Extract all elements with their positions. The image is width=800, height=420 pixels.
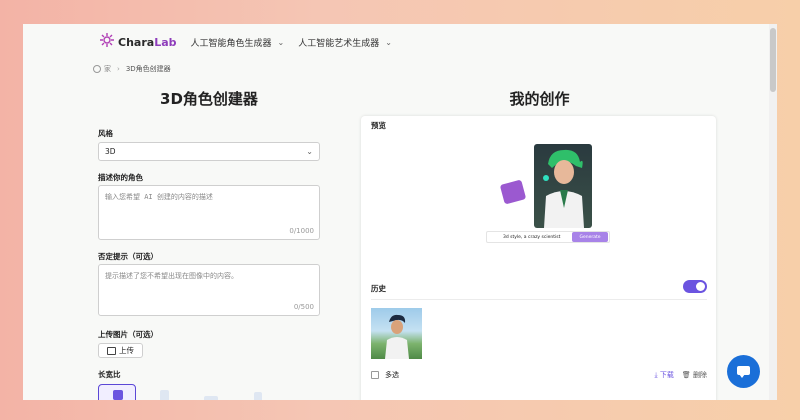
negative-prompt-input[interactable]: 提示描述了您不希望出现在图像中的内容。 0/500	[98, 264, 320, 316]
breadcrumb: 家 › 3D角色创建器	[93, 64, 171, 74]
breadcrumb-home[interactable]: 家	[104, 64, 111, 74]
chevron-down-icon: ⌄	[306, 147, 313, 156]
history-thumbnail[interactable]	[371, 308, 422, 359]
logo-icon	[99, 32, 115, 52]
page-title: 3D角色创建器	[160, 90, 258, 108]
describe-placeholder: 输入您希望 AI 创建的内容的描述	[105, 193, 213, 201]
nav-item-character-generator[interactable]: 人工智能角色生成器 ⌄	[191, 36, 285, 49]
top-nav: CharaLab 人工智能角色生成器 ⌄ 人工智能艺术生成器 ⌄	[99, 31, 392, 53]
preview-illustration: 3d style, a crazy scientist Generate	[486, 144, 611, 246]
upload-button[interactable]: 上传	[98, 343, 143, 358]
preview-image	[534, 144, 592, 228]
app-window: CharaLab 人工智能角色生成器 ⌄ 人工智能艺术生成器 ⌄ 家 › 3D角…	[23, 24, 777, 400]
download-icon: ⤓	[654, 371, 658, 379]
aspect-ratio-options	[98, 384, 286, 400]
chevron-down-icon: ⌄	[277, 37, 285, 47]
image-icon	[107, 346, 116, 355]
history-actions: ⤓ 下载 🗑 删除	[655, 370, 707, 380]
portrait-icon	[160, 390, 169, 400]
style-label: 风格	[98, 129, 113, 138]
aspect-ratio-label: 长宽比	[98, 370, 121, 379]
multi-select[interactable]: 多选	[371, 370, 399, 380]
divider	[371, 299, 707, 300]
history-label: 历史	[371, 284, 386, 293]
breadcrumb-current: 3D角色创建器	[125, 65, 171, 73]
ratio-option-portrait[interactable]	[145, 384, 183, 400]
logo[interactable]: CharaLab	[99, 32, 177, 52]
home-icon[interactable]	[93, 65, 101, 73]
trash-icon: 🗑	[681, 371, 691, 379]
ratio-option-square[interactable]	[98, 384, 136, 400]
square-icon	[113, 390, 123, 400]
preview-label: 预览	[371, 121, 386, 130]
logo-text: CharaLab	[118, 35, 177, 49]
nav-item-art-generator[interactable]: 人工智能艺术生成器 ⌄	[298, 36, 392, 49]
style-select[interactable]: 3D ⌄	[98, 142, 320, 161]
multi-select-checkbox[interactable]	[371, 371, 379, 379]
ratio-option-tall[interactable]	[239, 384, 277, 400]
upload-label: 上传图片（可选）	[98, 330, 158, 339]
describe-input[interactable]: 输入您希望 AI 创建的内容的描述 0/1000	[98, 185, 320, 240]
landscape-icon	[204, 396, 218, 400]
chevron-down-icon: ⌄	[385, 37, 392, 47]
describe-count: 0/1000	[289, 227, 314, 235]
chat-button[interactable]	[727, 355, 760, 388]
cube-icon	[499, 179, 527, 205]
scrollbar-thumb[interactable]	[770, 28, 776, 92]
delete-button[interactable]: 🗑 删除	[682, 370, 707, 380]
describe-label: 描述你的角色	[98, 173, 143, 182]
negative-prompt-label: 否定提示（可选）	[98, 252, 158, 261]
negative-placeholder: 提示描述了您不希望出现在图像中的内容。	[105, 272, 238, 280]
history-toggle[interactable]	[683, 280, 707, 293]
download-button[interactable]: ⤓ 下载	[655, 370, 674, 380]
ratio-option-landscape[interactable]	[192, 384, 230, 400]
creations-panel: 预览 3d style, a crazy scientist Generate …	[361, 116, 716, 400]
creations-title: 我的创作	[509, 90, 570, 108]
chevron-right-icon: ›	[117, 65, 120, 73]
negative-count: 0/500	[293, 303, 314, 311]
toggle-knob	[696, 282, 705, 291]
scrollbar[interactable]	[769, 24, 777, 400]
tall-icon	[254, 392, 262, 400]
preview-generate-button: Generate	[572, 232, 608, 242]
